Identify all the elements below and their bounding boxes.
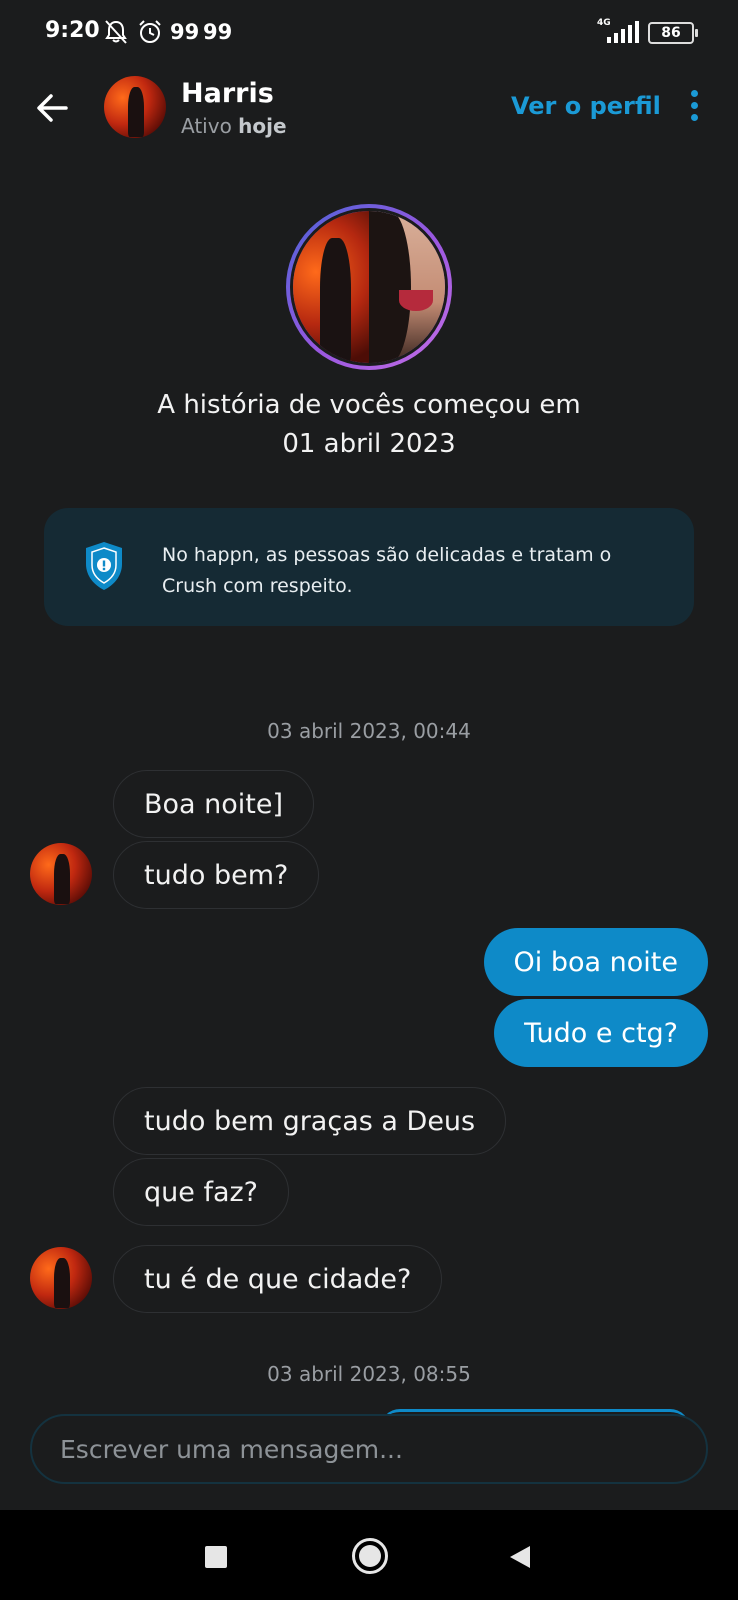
- back-button[interactable]: [34, 88, 74, 128]
- notification-count-b: 99: [203, 20, 233, 44]
- status-when: hoje: [238, 114, 287, 138]
- match-story: A história de vocês começou em 01 abril …: [0, 386, 738, 464]
- bell-muted-icon: [104, 18, 128, 46]
- status-time: 9:20: [45, 18, 100, 43]
- date-separator: 03 abril 2023, 00:44: [267, 719, 471, 743]
- shield-icon: [84, 540, 124, 592]
- message-incoming[interactable]: Boa noite]: [113, 770, 315, 838]
- recents-button[interactable]: [205, 1546, 227, 1568]
- activity-status: Ativo hoje: [181, 114, 287, 138]
- message-composer[interactable]: [30, 1414, 708, 1484]
- message-incoming[interactable]: tudo bem?: [113, 841, 320, 909]
- safety-notice-text: No happn, as pessoas são delicadas e tra…: [162, 544, 612, 597]
- more-options-button[interactable]: [688, 90, 700, 124]
- status-bar: 9:20 99 99 4G 86: [0, 0, 738, 66]
- message-outgoing[interactable]: Tudo e ctg?: [494, 999, 708, 1067]
- message-incoming[interactable]: que faz?: [113, 1158, 289, 1226]
- home-button[interactable]: [352, 1538, 388, 1574]
- more-vertical-icon: [690, 90, 698, 97]
- home-circle-icon: [359, 1545, 381, 1567]
- safety-notice-card: No happn, as pessoas são delicadas e tra…: [44, 508, 694, 626]
- match-photo: [286, 204, 452, 370]
- message-outgoing[interactable]: Oi boa noite: [483, 928, 708, 996]
- match-story-date: 01 abril 2023: [282, 429, 456, 459]
- notification-count-a: 99: [170, 20, 200, 44]
- message-incoming[interactable]: tudo bem graças a Deus: [113, 1087, 507, 1155]
- alarm-icon: [137, 18, 163, 46]
- battery-indicator: 86: [648, 22, 698, 44]
- avatar[interactable]: [30, 843, 92, 905]
- message-input[interactable]: [60, 1434, 660, 1464]
- message-incoming[interactable]: tu é de que cidade?: [113, 1245, 443, 1313]
- triangle-back-icon: [510, 1546, 530, 1568]
- avatar[interactable]: [104, 76, 166, 138]
- nav-back-button[interactable]: [508, 1544, 532, 1570]
- signal-icon: 4G: [597, 18, 639, 44]
- arrow-left-icon: [37, 94, 68, 122]
- date-separator: 03 abril 2023, 08:55: [267, 1362, 471, 1386]
- contact-name[interactable]: Harris: [181, 78, 274, 109]
- status-prefix: Ativo: [181, 114, 232, 138]
- view-profile-link[interactable]: Ver o perfil: [511, 92, 661, 120]
- match-story-line1: A história de vocês começou em: [157, 390, 581, 420]
- avatar[interactable]: [30, 1247, 92, 1309]
